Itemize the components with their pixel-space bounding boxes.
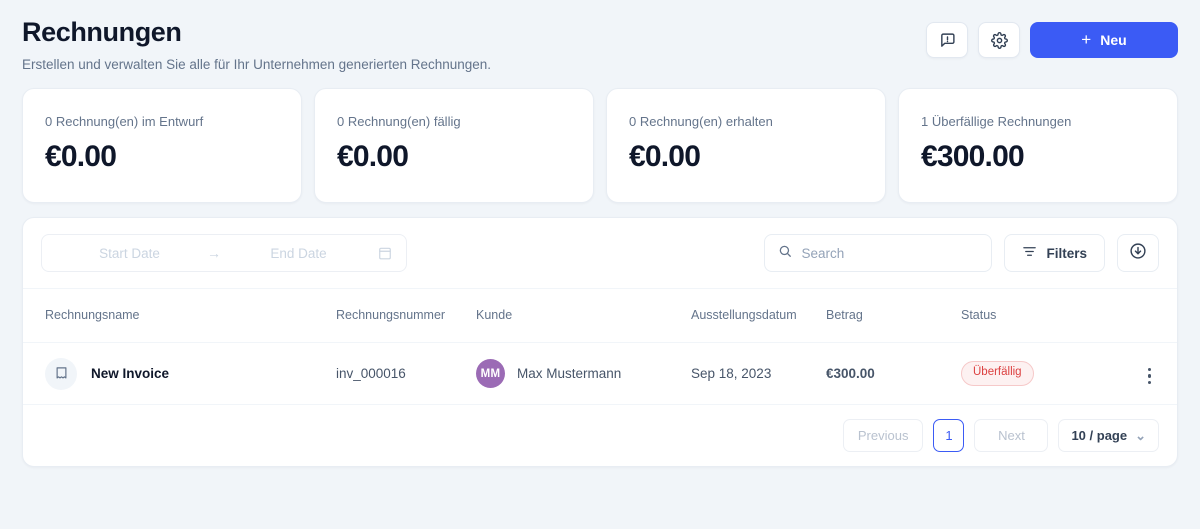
stat-label: 0 Rechnung(en) im Entwurf <box>45 114 204 129</box>
kebab-dot <box>1147 380 1151 384</box>
cell-status: Überfällig <box>953 342 1113 405</box>
end-date-input[interactable]: End Date <box>225 246 372 261</box>
stat-label: 0 Rechnung(en) fällig <box>337 114 461 129</box>
calendar-icon <box>378 246 392 260</box>
stat-card-draft[interactable]: 0 Rechnung(en) im Entwurf €0.00 <box>22 88 302 203</box>
gear-icon <box>990 31 1008 49</box>
page-size-select[interactable]: 10 / page ⌄ <box>1058 419 1159 452</box>
new-invoice-button-label: Neu <box>1100 32 1127 48</box>
filters-button-label: Filters <box>1046 245 1087 261</box>
filter-icon <box>1022 244 1037 262</box>
cell-amount: €300.00 <box>818 342 953 405</box>
cell-invoice-name: New Invoice <box>23 342 328 405</box>
stat-label: 0 Rechnung(en) erhalten <box>629 114 773 129</box>
receipt-icon <box>45 357 77 390</box>
filters-button[interactable]: Filters <box>1004 234 1105 272</box>
search-box[interactable] <box>764 234 993 272</box>
invoice-name-group: New Invoice <box>45 357 320 390</box>
plus-icon: + <box>1081 30 1092 49</box>
cell-issue-date: Sep 18, 2023 <box>683 342 818 405</box>
cell-customer: MM Max Mustermann <box>468 342 683 405</box>
pagination-next-button[interactable]: Next <box>974 419 1049 452</box>
column-header-issue-date[interactable]: Ausstellungsdatum <box>683 288 818 343</box>
search-input[interactable] <box>801 245 979 261</box>
table-header-row: Rechnungsname Rechnungsnummer Kunde Auss… <box>23 288 1177 343</box>
invoice-name-text: New Invoice <box>91 366 170 381</box>
toolbar-right-group: Filters <box>764 234 1159 272</box>
invoices-table: Rechnungsname Rechnungsnummer Kunde Auss… <box>23 288 1177 405</box>
stat-value: €300.00 <box>921 139 1025 173</box>
cell-invoice-number: inv_000016 <box>328 342 468 405</box>
page-subtitle: Erstellen und verwalten Sie alle für Ihr… <box>22 56 492 72</box>
pagination-page-1[interactable]: 1 <box>933 419 965 452</box>
table-toolbar: Start Date → End Date Search Filters <box>23 218 1177 288</box>
kebab-menu-icon[interactable] <box>1142 364 1157 388</box>
kebab-dot <box>1147 368 1151 372</box>
invoices-panel: Start Date → End Date Search Filters Rec… <box>22 217 1178 467</box>
invoices-page: Rechnungen Erstellen und verwalten Sie a… <box>0 0 1200 529</box>
settings-button[interactable] <box>978 22 1020 58</box>
column-header-customer[interactable]: Kunde <box>468 288 683 343</box>
column-header-invoice-number[interactable]: Rechnungsnummer <box>328 288 468 343</box>
table-row[interactable]: New Invoice inv_000016 MM Max Mustermann… <box>23 342 1177 405</box>
feedback-button[interactable] <box>926 22 968 58</box>
feedback-chat-icon <box>939 32 956 49</box>
date-range-arrow-icon: → <box>207 245 221 261</box>
stats-cards: 0 Rechnung(en) im Entwurf €0.00 0 Rechnu… <box>22 88 1178 203</box>
page-header-text: Rechnungen Erstellen und verwalten Sie a… <box>22 16 491 73</box>
cell-actions <box>1113 342 1177 405</box>
stat-card-due[interactable]: 0 Rechnung(en) fällig €0.00 <box>314 88 594 203</box>
stat-card-overdue[interactable]: 1 Überfällige Rechnungen €300.00 <box>898 88 1178 203</box>
stat-card-received[interactable]: 0 Rechnung(en) erhalten €0.00 <box>606 88 886 203</box>
column-header-amount[interactable]: Betrag <box>818 288 953 343</box>
table-body: New Invoice inv_000016 MM Max Mustermann… <box>23 342 1177 405</box>
column-header-invoice-name[interactable]: Rechnungsname <box>23 288 328 343</box>
pagination: Previous 1 Next 10 / page ⌄ <box>23 405 1177 466</box>
stat-label: 1 Überfällige Rechnungen <box>921 114 1072 129</box>
page-size-label: 10 / page <box>1071 428 1128 443</box>
column-header-actions <box>1113 288 1177 343</box>
search-icon <box>778 244 792 263</box>
start-date-input[interactable]: Start Date <box>56 246 203 261</box>
stat-value: €0.00 <box>337 139 409 173</box>
pagination-previous-button[interactable]: Previous <box>842 419 924 452</box>
page-header: Rechnungen Erstellen und verwalten Sie a… <box>22 16 1178 78</box>
customer-name-text: Max Mustermann <box>517 366 622 381</box>
stat-value: €0.00 <box>629 139 701 173</box>
table-head: Rechnungsname Rechnungsnummer Kunde Auss… <box>23 288 1177 343</box>
header-actions: + Neu <box>926 16 1178 58</box>
customer-group: MM Max Mustermann <box>476 359 675 388</box>
status-badge: Überfällig <box>961 361 1034 386</box>
date-range-picker[interactable]: Start Date → End Date <box>41 234 407 272</box>
export-button[interactable] <box>1117 234 1159 272</box>
download-circle-icon <box>1129 242 1147 265</box>
avatar: MM <box>476 359 505 388</box>
kebab-dot <box>1147 374 1151 378</box>
page-title: Rechnungen <box>22 17 182 47</box>
stat-value: €0.00 <box>45 139 117 173</box>
new-invoice-button[interactable]: + Neu <box>1030 22 1178 58</box>
chevron-down-icon: ⌄ <box>1135 427 1146 443</box>
column-header-status[interactable]: Status <box>953 288 1113 343</box>
